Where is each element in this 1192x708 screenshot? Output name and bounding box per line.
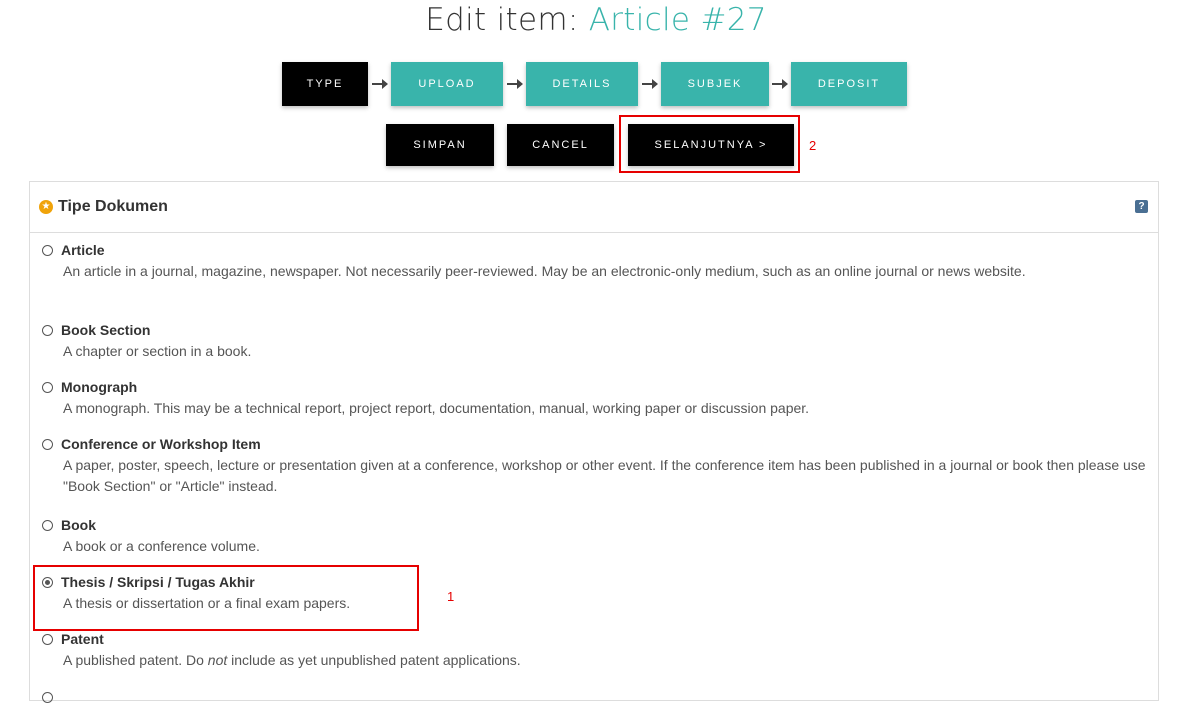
workflow-steps: TYPE UPLOAD DETAILS SUBJEK DEPOSIT — [0, 62, 1192, 106]
arrow-right-icon — [507, 79, 523, 89]
star-icon: ★ — [39, 200, 53, 214]
next-highlight-box — [619, 115, 800, 173]
option-description-part: A published patent. Do — [63, 652, 208, 668]
option-conference-item: Conference or Workshop Item A paper, pos… — [42, 433, 1152, 497]
radio-article[interactable] — [42, 244, 53, 256]
step-subjek[interactable]: SUBJEK — [661, 62, 769, 106]
page-title: Edit item: Article #27 — [0, 2, 1192, 38]
radio-conference-item[interactable] — [42, 438, 53, 450]
option-description: A chapter or section in a book. — [63, 343, 252, 359]
save-button[interactable]: SIMPAN — [386, 124, 494, 166]
option-label[interactable]: Book — [61, 517, 96, 533]
page-title-prefix: Edit item: — [425, 2, 589, 38]
panel-header: ★ Tipe Dokumen ? — [30, 182, 1158, 233]
option-description: A book or a conference volume. — [63, 538, 260, 554]
option-description: A paper, poster, speech, lecture or pres… — [63, 457, 1146, 494]
arrow-right-icon — [772, 79, 788, 89]
option-label[interactable]: Book Section — [61, 322, 150, 338]
option-description-emphasis: not — [207, 652, 228, 668]
option-label[interactable]: Monograph — [61, 379, 137, 395]
option-label[interactable]: Conference or Workshop Item — [61, 436, 261, 452]
step-type[interactable]: TYPE — [282, 62, 368, 106]
option-article: Article An article in a journal, magazin… — [42, 239, 1152, 282]
arrow-right-icon — [642, 79, 658, 89]
option-description-part: include as yet unpublished patent applic… — [227, 652, 521, 668]
thesis-highlight-box — [33, 565, 419, 631]
option-description: A monograph. This may be a technical rep… — [63, 400, 810, 416]
cancel-button[interactable]: CANCEL — [507, 124, 614, 166]
radio-monograph[interactable] — [42, 381, 53, 393]
radio-book[interactable] — [42, 519, 53, 531]
option-patent: Patent A published patent. Do not includ… — [42, 628, 1152, 671]
option-description: An article in a journal, magazine, newsp… — [63, 263, 1026, 279]
arrow-right-icon — [372, 79, 388, 89]
radio-book-section[interactable] — [42, 324, 53, 336]
step-deposit[interactable]: DEPOSIT — [791, 62, 907, 106]
thesis-highlight-number: 1 — [447, 589, 455, 604]
option-book-section: Book Section A chapter or section in a b… — [42, 319, 1152, 362]
option-label[interactable]: Patent — [61, 631, 104, 647]
help-icon[interactable]: ? — [1135, 200, 1148, 213]
panel-title: Tipe Dokumen — [58, 198, 168, 215]
next-highlight-number: 2 — [809, 138, 817, 153]
option-monograph: Monograph A monograph. This may be a tec… — [42, 376, 1152, 419]
radio-patent[interactable] — [42, 633, 53, 645]
radio-next-partial[interactable] — [42, 691, 53, 703]
option-description: A published patent. Do not include as ye… — [63, 650, 1153, 671]
option-label[interactable]: Article — [61, 242, 105, 258]
page-title-item: Article #27 — [588, 2, 767, 38]
option-next-partial — [42, 686, 1152, 708]
option-book: Book A book or a conference volume. — [42, 514, 1152, 557]
step-details[interactable]: DETAILS — [526, 62, 638, 106]
step-upload[interactable]: UPLOAD — [391, 62, 503, 106]
